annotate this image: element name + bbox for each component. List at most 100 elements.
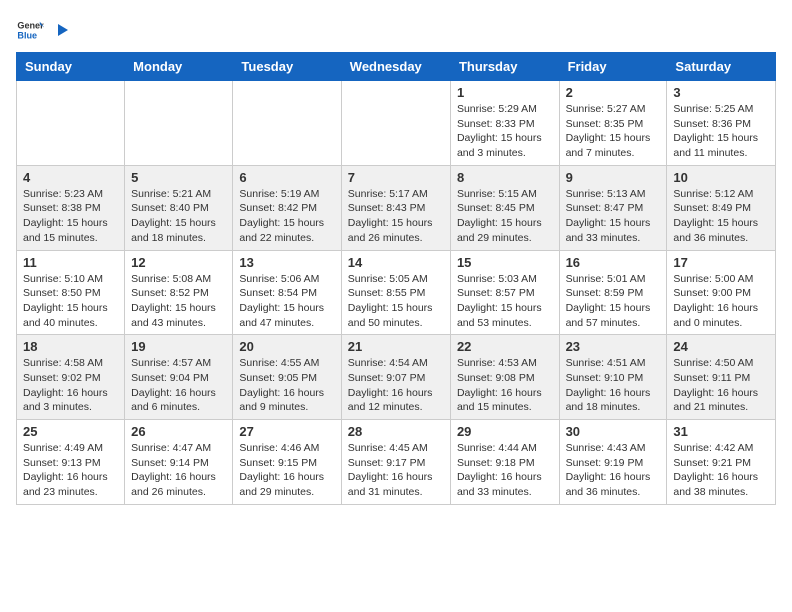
day-number: 6 <box>239 170 334 185</box>
calendar-cell <box>341 81 450 166</box>
day-number: 27 <box>239 424 334 439</box>
calendar-week-row: 25 Sunrise: 4:49 AM Sunset: 9:13 PM Dayli… <box>17 420 776 505</box>
calendar-cell: 3Sunrise: 5:25 AM Sunset: 8:36 PM Daylig… <box>667 81 776 166</box>
cell-info: Sunrise: 5:10 AM Sunset: 8:50 PM Dayligh… <box>23 272 118 331</box>
day-number: 7 <box>348 170 444 185</box>
calendar-cell: 18 Sunrise: 4:58 AM Sunset: 9:02 PM Dayli… <box>17 335 125 420</box>
day-number: 21 <box>348 339 444 354</box>
calendar-cell: 5 Sunrise: 5:21 AM Sunset: 8:40 PM Daylig… <box>125 165 233 250</box>
day-header-sunday: Sunday <box>17 53 125 81</box>
day-number: 24 <box>673 339 769 354</box>
calendar-cell: 7 Sunrise: 5:17 AM Sunset: 8:43 PM Daylig… <box>341 165 450 250</box>
header: General Blue <box>16 16 776 44</box>
day-number: 10 <box>673 170 769 185</box>
day-number: 23 <box>566 339 661 354</box>
day-number: 5 <box>131 170 226 185</box>
calendar-cell: 19 Sunrise: 4:57 AM Sunset: 9:04 PM Dayli… <box>125 335 233 420</box>
calendar-week-row: 11 Sunrise: 5:10 AM Sunset: 8:50 PM Dayli… <box>17 250 776 335</box>
calendar-cell: 26 Sunrise: 4:47 AM Sunset: 9:14 PM Dayli… <box>125 420 233 505</box>
cell-info: Sunrise: 4:50 AM Sunset: 9:11 PM Dayligh… <box>673 356 769 415</box>
day-number: 9 <box>566 170 661 185</box>
cell-info: Sunrise: 4:42 AM Sunset: 9:21 PM Dayligh… <box>673 441 769 500</box>
cell-info: Sunrise: 5:25 AM Sunset: 8:36 PM Dayligh… <box>673 102 769 161</box>
calendar-cell <box>233 81 341 166</box>
day-header-tuesday: Tuesday <box>233 53 341 81</box>
day-number: 30 <box>566 424 661 439</box>
day-number: 29 <box>457 424 553 439</box>
logo-icon: General Blue <box>16 16 44 44</box>
day-number: 17 <box>673 255 769 270</box>
calendar-cell: 10 Sunrise: 5:12 AM Sunset: 8:49 PM Dayli… <box>667 165 776 250</box>
calendar-cell <box>17 81 125 166</box>
cell-info: Sunrise: 4:58 AM Sunset: 9:02 PM Dayligh… <box>23 356 118 415</box>
cell-info: Sunrise: 4:53 AM Sunset: 9:08 PM Dayligh… <box>457 356 553 415</box>
calendar-cell: 16Sunrise: 5:01 AM Sunset: 8:59 PM Dayli… <box>559 250 667 335</box>
day-number: 4 <box>23 170 118 185</box>
cell-info: Sunrise: 4:47 AM Sunset: 9:14 PM Dayligh… <box>131 441 226 500</box>
calendar-cell: 15 Sunrise: 5:03 AM Sunset: 8:57 PM Dayli… <box>450 250 559 335</box>
calendar-cell: 27Sunrise: 4:46 AM Sunset: 9:15 PM Dayli… <box>233 420 341 505</box>
cell-info: Sunrise: 5:00 AM Sunset: 9:00 PM Dayligh… <box>673 272 769 331</box>
day-number: 31 <box>673 424 769 439</box>
cell-info: Sunrise: 4:57 AM Sunset: 9:04 PM Dayligh… <box>131 356 226 415</box>
cell-info: Sunrise: 5:05 AM Sunset: 8:55 PM Dayligh… <box>348 272 444 331</box>
calendar-cell: 8 Sunrise: 5:15 AM Sunset: 8:45 PM Daylig… <box>450 165 559 250</box>
day-header-saturday: Saturday <box>667 53 776 81</box>
day-header-friday: Friday <box>559 53 667 81</box>
cell-info: Sunrise: 5:03 AM Sunset: 8:57 PM Dayligh… <box>457 272 553 331</box>
calendar-cell: 31 Sunrise: 4:42 AM Sunset: 9:21 PM Dayli… <box>667 420 776 505</box>
cell-info: Sunrise: 4:49 AM Sunset: 9:13 PM Dayligh… <box>23 441 118 500</box>
day-number: 14 <box>348 255 444 270</box>
calendar-cell: 20 Sunrise: 4:55 AM Sunset: 9:05 PM Dayli… <box>233 335 341 420</box>
calendar-cell: 14 Sunrise: 5:05 AM Sunset: 8:55 PM Dayli… <box>341 250 450 335</box>
cell-info: Sunrise: 4:54 AM Sunset: 9:07 PM Dayligh… <box>348 356 444 415</box>
day-number: 8 <box>457 170 553 185</box>
cell-info: Sunrise: 4:45 AM Sunset: 9:17 PM Dayligh… <box>348 441 444 500</box>
day-number: 12 <box>131 255 226 270</box>
day-header-thursday: Thursday <box>450 53 559 81</box>
calendar-cell: 11 Sunrise: 5:10 AM Sunset: 8:50 PM Dayli… <box>17 250 125 335</box>
day-number: 1 <box>457 85 553 100</box>
calendar-cell: 13Sunrise: 5:06 AM Sunset: 8:54 PM Dayli… <box>233 250 341 335</box>
calendar-cell: 23 Sunrise: 4:51 AM Sunset: 9:10 PM Dayli… <box>559 335 667 420</box>
day-number: 15 <box>457 255 553 270</box>
calendar-week-row: 4Sunrise: 5:23 AM Sunset: 8:38 PM Daylig… <box>17 165 776 250</box>
cell-info: Sunrise: 5:21 AM Sunset: 8:40 PM Dayligh… <box>131 187 226 246</box>
calendar-cell: 30Sunrise: 4:43 AM Sunset: 9:19 PM Dayli… <box>559 420 667 505</box>
cell-info: Sunrise: 5:29 AM Sunset: 8:33 PM Dayligh… <box>457 102 553 161</box>
day-number: 16 <box>566 255 661 270</box>
calendar-header-row: SundayMondayTuesdayWednesdayThursdayFrid… <box>17 53 776 81</box>
day-number: 18 <box>23 339 118 354</box>
cell-info: Sunrise: 5:15 AM Sunset: 8:45 PM Dayligh… <box>457 187 553 246</box>
calendar-week-row: 18 Sunrise: 4:58 AM Sunset: 9:02 PM Dayli… <box>17 335 776 420</box>
cell-info: Sunrise: 4:51 AM Sunset: 9:10 PM Dayligh… <box>566 356 661 415</box>
calendar-cell: 1 Sunrise: 5:29 AM Sunset: 8:33 PM Daylig… <box>450 81 559 166</box>
day-number: 25 <box>23 424 118 439</box>
calendar-cell: 21 Sunrise: 4:54 AM Sunset: 9:07 PM Dayli… <box>341 335 450 420</box>
cell-info: Sunrise: 5:13 AM Sunset: 8:47 PM Dayligh… <box>566 187 661 246</box>
cell-info: Sunrise: 5:17 AM Sunset: 8:43 PM Dayligh… <box>348 187 444 246</box>
calendar-cell: 9 Sunrise: 5:13 AM Sunset: 8:47 PM Daylig… <box>559 165 667 250</box>
logo-arrow-icon <box>50 20 70 40</box>
cell-info: Sunrise: 5:27 AM Sunset: 8:35 PM Dayligh… <box>566 102 661 161</box>
cell-info: Sunrise: 5:19 AM Sunset: 8:42 PM Dayligh… <box>239 187 334 246</box>
day-number: 26 <box>131 424 226 439</box>
day-number: 20 <box>239 339 334 354</box>
cell-info: Sunrise: 4:44 AM Sunset: 9:18 PM Dayligh… <box>457 441 553 500</box>
cell-info: Sunrise: 5:12 AM Sunset: 8:49 PM Dayligh… <box>673 187 769 246</box>
day-number: 13 <box>239 255 334 270</box>
calendar-cell: 29 Sunrise: 4:44 AM Sunset: 9:18 PM Dayli… <box>450 420 559 505</box>
svg-text:Blue: Blue <box>17 30 37 40</box>
day-number: 11 <box>23 255 118 270</box>
day-header-wednesday: Wednesday <box>341 53 450 81</box>
calendar-cell: 12 Sunrise: 5:08 AM Sunset: 8:52 PM Dayli… <box>125 250 233 335</box>
day-number: 19 <box>131 339 226 354</box>
day-number: 22 <box>457 339 553 354</box>
cell-info: Sunrise: 5:08 AM Sunset: 8:52 PM Dayligh… <box>131 272 226 331</box>
logo: General Blue <box>16 16 70 44</box>
calendar-cell: 6 Sunrise: 5:19 AM Sunset: 8:42 PM Daylig… <box>233 165 341 250</box>
calendar-cell: 4Sunrise: 5:23 AM Sunset: 8:38 PM Daylig… <box>17 165 125 250</box>
cell-info: Sunrise: 4:55 AM Sunset: 9:05 PM Dayligh… <box>239 356 334 415</box>
calendar-cell: 17 Sunrise: 5:00 AM Sunset: 9:00 PM Dayli… <box>667 250 776 335</box>
day-number: 2 <box>566 85 661 100</box>
